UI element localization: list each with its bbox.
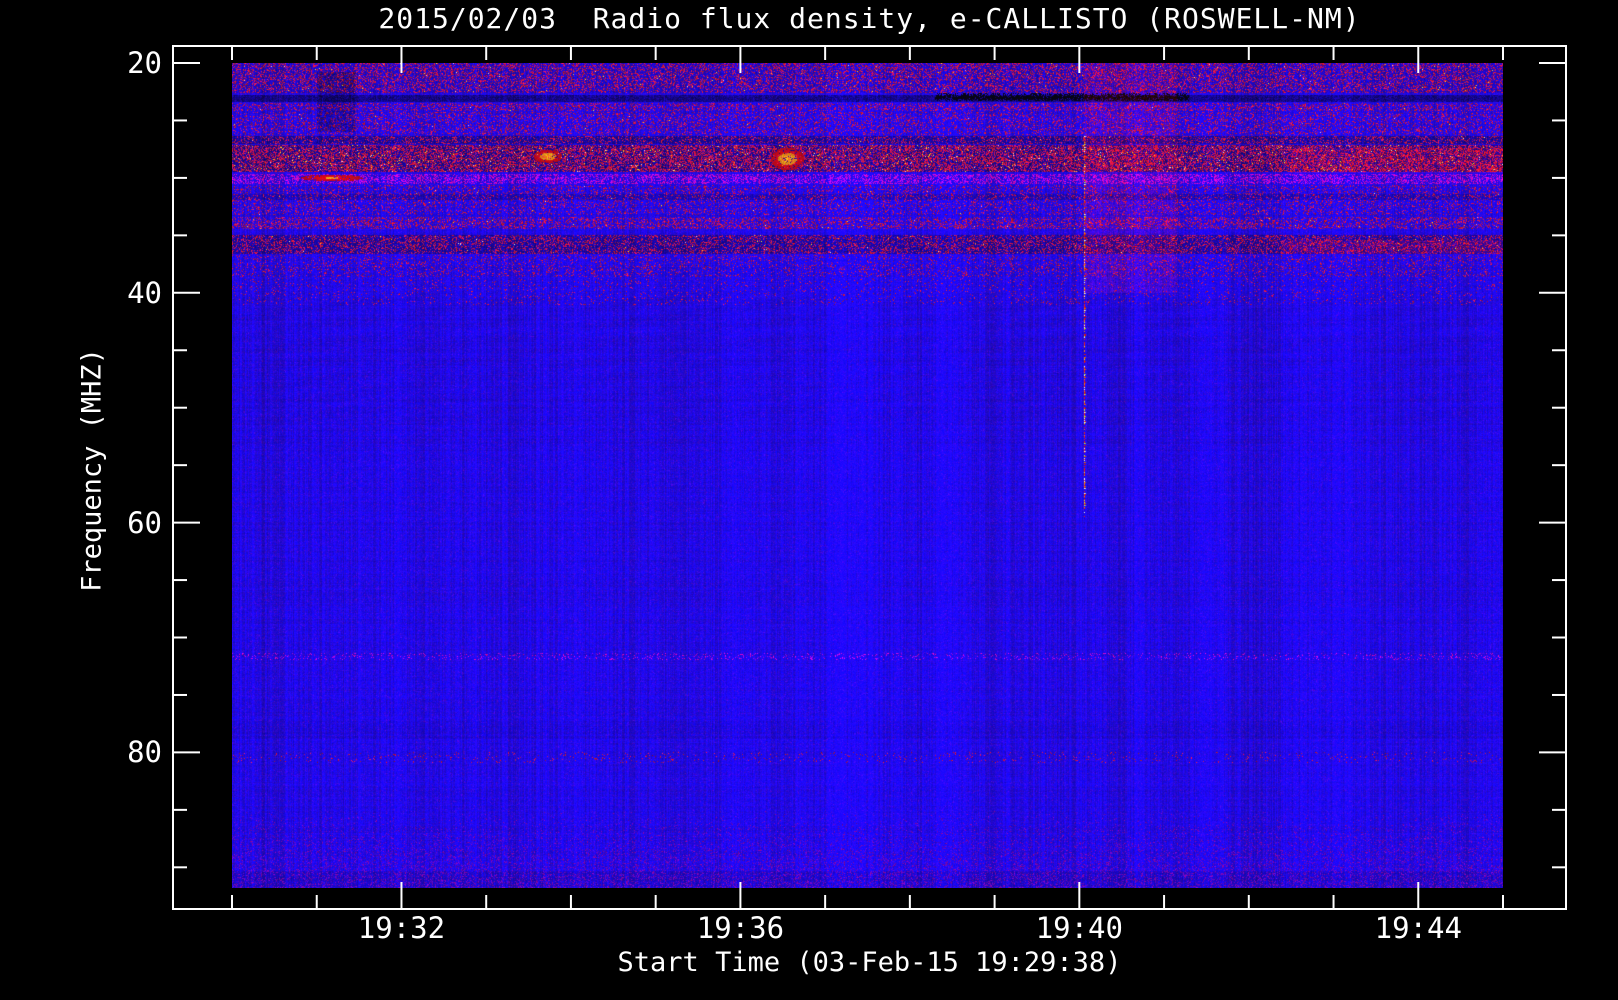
y-tick-label: 20 (127, 46, 162, 80)
x-tick-label: 19:32 (357, 911, 446, 945)
y-tick-label: 80 (127, 735, 162, 770)
axes-frame (172, 45, 1567, 910)
y-tick-label: 40 (127, 275, 162, 310)
x-tick-label: 19:44 (1374, 911, 1462, 945)
y-axis-title: Frequency (MHZ) (76, 348, 108, 592)
x-tick-label: 19:36 (696, 911, 785, 945)
x-axis-title: Start Time (03-Feb-15 19:29:38) (617, 947, 1122, 978)
callisto-spectrogram-figure: 2015/02/03 Radio flux density, e-CALLIST… (0, 0, 1618, 1000)
x-tick-label: 19:40 (1035, 911, 1123, 945)
